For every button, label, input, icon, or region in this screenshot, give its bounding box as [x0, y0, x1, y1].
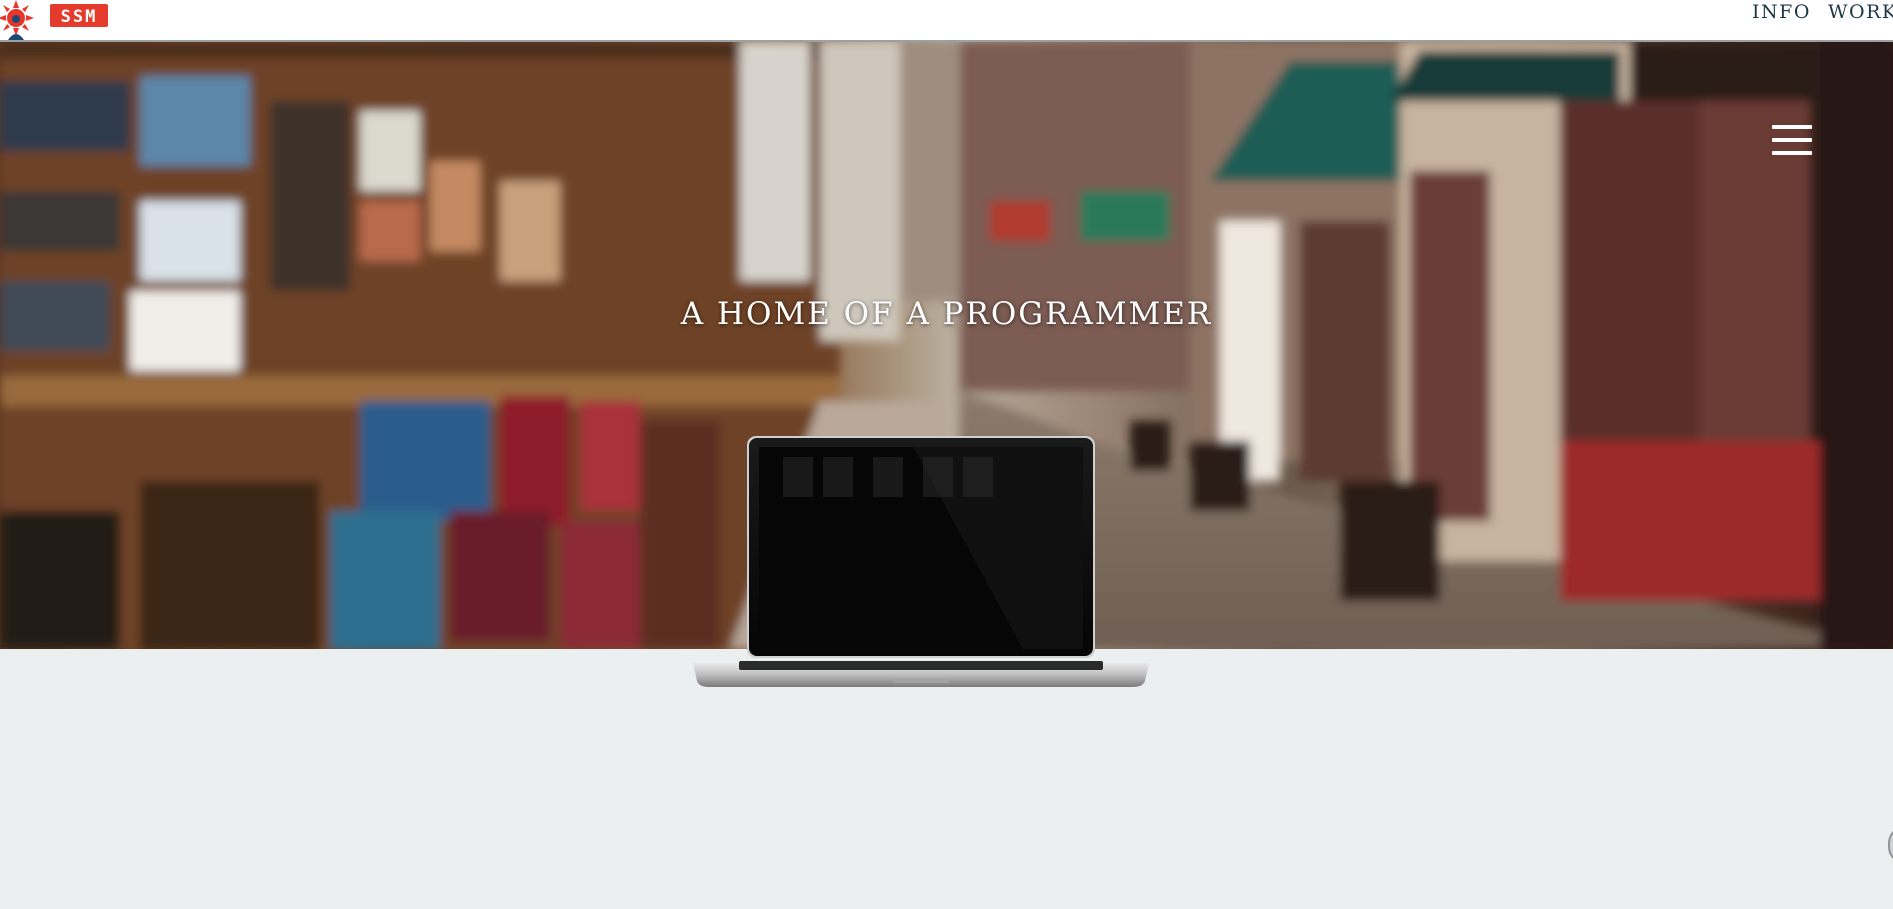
laptop-icon: [693, 436, 1149, 687]
chat-tab-button[interactable]: [1888, 826, 1893, 864]
hero-title: A HOME OF A PROGRAMMER: [680, 296, 1213, 332]
top-navigation-bar: SSM INFO WORKS: [0, 0, 1893, 42]
nav-link-works[interactable]: WORKS: [1828, 1, 1893, 23]
svg-text:SSM: SSM: [61, 7, 98, 27]
hamburger-menu-icon[interactable]: [1772, 125, 1814, 157]
nav-link-info[interactable]: INFO: [1752, 1, 1811, 23]
ssm-logo[interactable]: SSM: [50, 4, 108, 27]
sun-icon[interactable]: [0, 0, 36, 40]
